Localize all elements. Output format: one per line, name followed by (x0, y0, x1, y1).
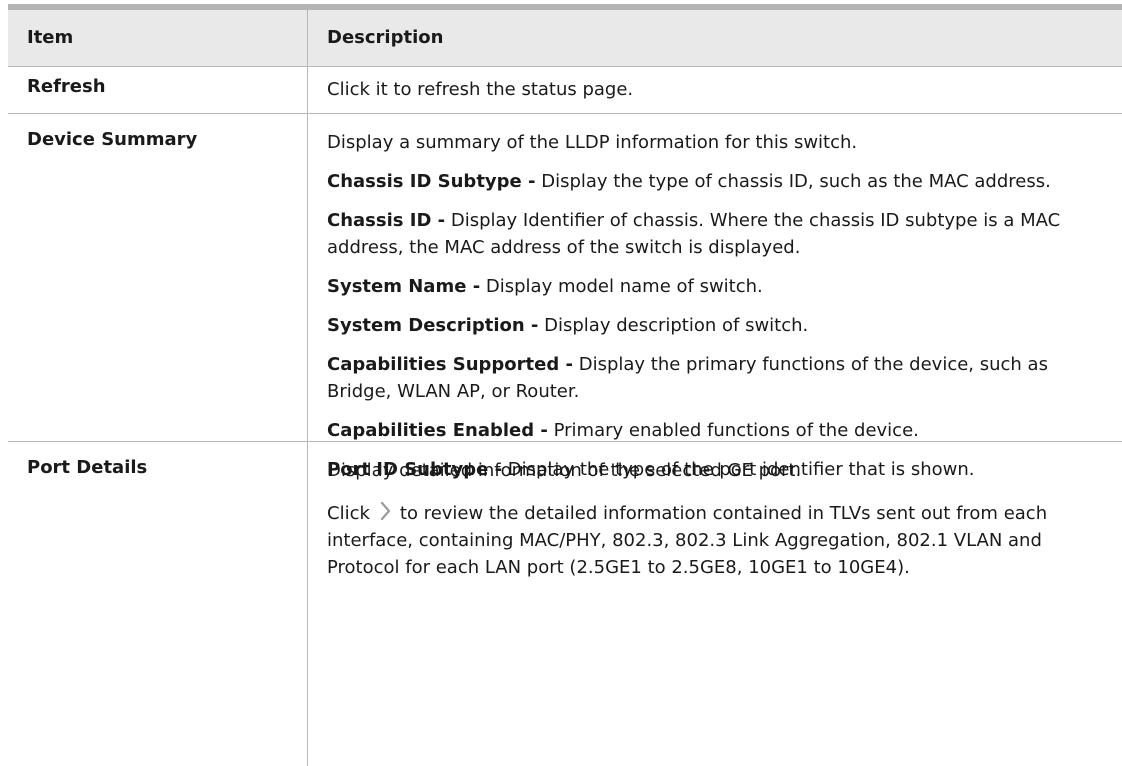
capabilities-enabled-paragraph: Capabilities Enabled - Primary enabled f… (327, 420, 919, 441)
header-item: Item (8, 10, 308, 66)
row-item-refresh: Refresh (8, 67, 308, 113)
chevron-right-icon (374, 500, 396, 522)
capabilities-supported-paragraph: Capabilities Supported - Display the pri… (327, 354, 1048, 402)
table-row: Refresh Click it to refresh the status p… (8, 66, 1122, 113)
table-row: Port Details Display detailed informatio… (8, 441, 1122, 766)
row-item-device-summary: Device Summary (8, 114, 308, 441)
system-name-paragraph: System Name - Display model name of swit… (327, 276, 763, 297)
header-description: Description (327, 27, 444, 48)
chassis-id-paragraph: Chassis ID - Display Identifier of chass… (327, 210, 1061, 258)
table-header-row: Item Description (8, 10, 1122, 66)
chassis-id-subtype-paragraph: Chassis ID Subtype - Display the type of… (327, 171, 1051, 192)
table-row: Device Summary Display a summary of the … (8, 113, 1122, 480)
system-description-paragraph: System Description - Display description… (327, 315, 809, 336)
description-paragraph: Display a summary of the LLDP informatio… (327, 132, 858, 153)
click-instructions-paragraph: Click to review the detailed information … (327, 500, 1116, 581)
description-table: Item Description Refresh Click it to ref… (8, 4, 1122, 766)
row-description-device-summary: Display a summary of the LLDP informatio… (308, 114, 1122, 480)
row-item-port-details: Port Details (8, 442, 308, 766)
row-description-port-details: Display detailed information of the sele… (308, 442, 1122, 766)
description-paragraph: Click it to refresh the status page. (327, 79, 634, 100)
row-description-refresh: Click it to refresh the status page. (308, 67, 1122, 113)
description-paragraph: Display detailed information of the sele… (327, 460, 802, 481)
